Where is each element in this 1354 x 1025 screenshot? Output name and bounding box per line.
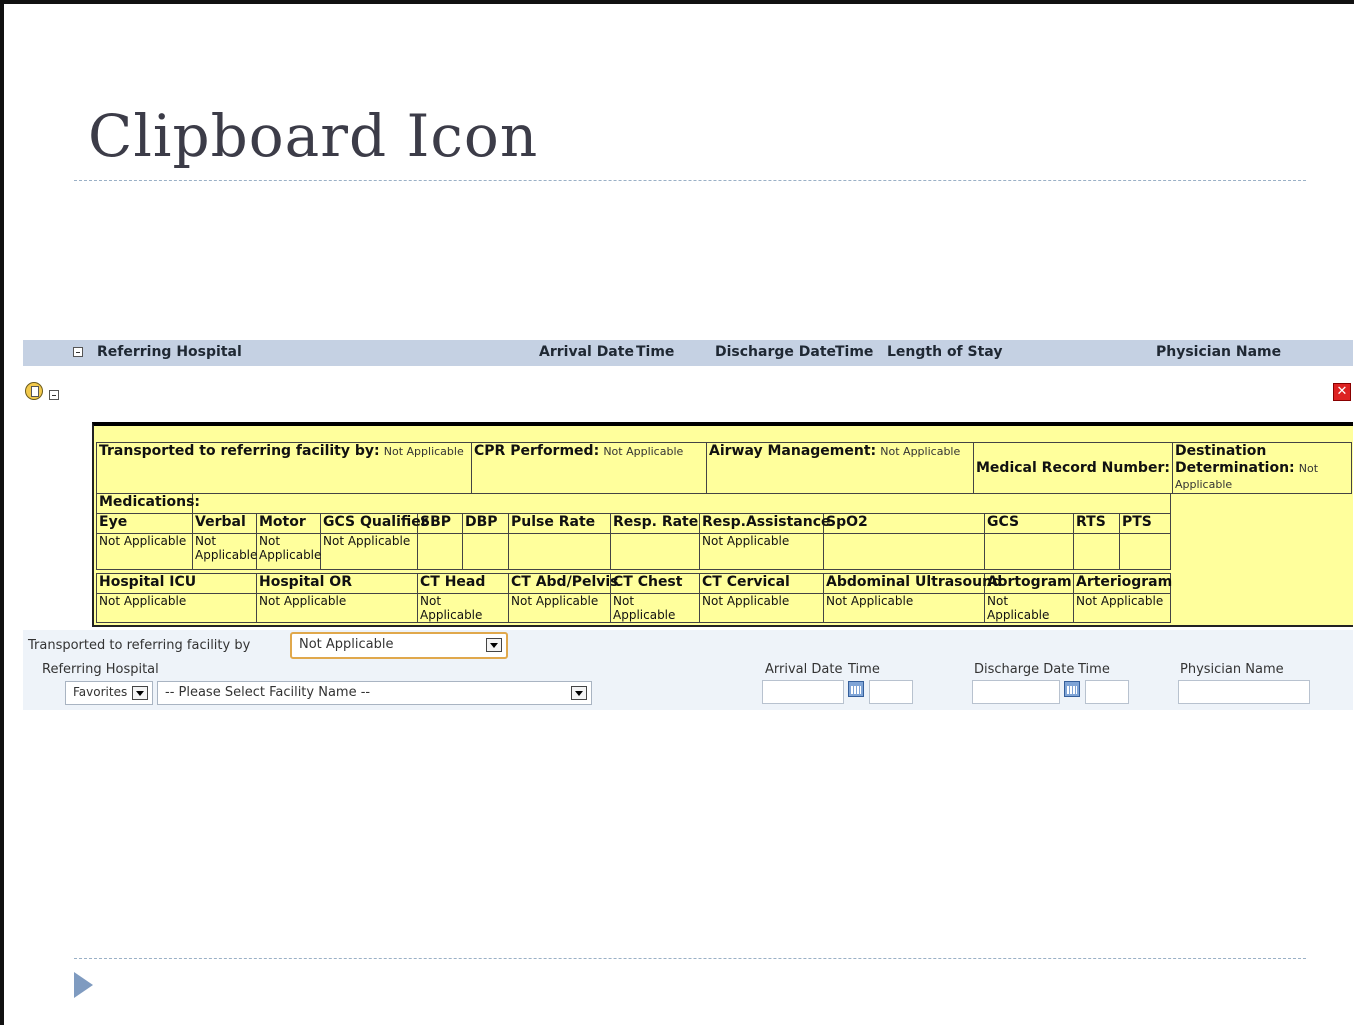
procedure-header-cell: CT Cervical: [699, 573, 824, 594]
discharge-date-input[interactable]: [972, 680, 1060, 704]
vitals-header-cell: Verbal: [192, 513, 257, 534]
header-length-of-stay: Length of Stay: [887, 344, 1003, 360]
referring-hospital-form: Transported to referring facility by Not…: [23, 630, 1353, 710]
header-physician-name: Physician Name: [1156, 344, 1282, 360]
vitals-value-cell: Not Applicable: [320, 533, 418, 570]
footer-divider: [74, 958, 1306, 959]
calendar-icon[interactable]: [848, 681, 864, 697]
vitals-header-cell: Eye: [96, 513, 193, 534]
procedure-value-cell: Not Applicable: [256, 593, 418, 623]
referring-hospital-label: Referring Hospital: [42, 662, 159, 677]
vitals-header-cell: Motor: [256, 513, 321, 534]
airway-label: Airway Management:: [709, 443, 877, 459]
transported-select[interactable]: Not Applicable: [290, 632, 508, 659]
vitals-header-cell: GCS: [984, 513, 1074, 534]
procedure-value-cell: Not Applicable: [823, 593, 985, 623]
airway-value: Not Applicable: [880, 445, 961, 458]
slide-title: Clipboard Icon: [88, 102, 539, 170]
transported-label: Transported to referring facility by:: [99, 443, 380, 459]
mrn-label: Medical Record Number:: [976, 460, 1170, 476]
procedure-header-cell: CT Head: [417, 573, 509, 594]
procedure-value-cell: Not Applicable: [508, 593, 611, 623]
detail-top-table: Transported to referring facility by: No…: [96, 442, 1353, 494]
vitals-header-cell: RTS: [1073, 513, 1120, 534]
collapse-icon[interactable]: [73, 347, 83, 357]
vitals-value-cell: [508, 533, 611, 570]
referring-hospital-header: Referring Hospital Arrival Date Time Dis…: [23, 340, 1353, 366]
procedure-header-cell: Arteriogram: [1073, 573, 1172, 594]
cpr-label: CPR Performed:: [474, 443, 600, 459]
transported-value: Not Applicable: [383, 445, 464, 458]
procedure-header-cell: Hospital OR: [256, 573, 418, 594]
facility-select[interactable]: -- Please Select Facility Name --: [157, 681, 592, 705]
slide: Clipboard Icon Referring Hospital Arriva…: [0, 0, 1354, 1025]
title-divider: [74, 180, 1306, 181]
header-referring-hospital: Referring Hospital: [97, 344, 242, 360]
vitals-header-cell: Resp.Assistance: [699, 513, 830, 534]
vitals-value-cell: [417, 533, 463, 570]
vitals-header-cell: Pulse Rate: [508, 513, 611, 534]
detail-panel: Transported to referring facility by: No…: [92, 422, 1353, 627]
vitals-header-cell: SpO2: [823, 513, 985, 534]
procedure-value-cell: Not Applicable: [699, 593, 824, 623]
vitals-value-cell: [1073, 533, 1120, 570]
vitals-header-cell: Resp. Rate: [610, 513, 700, 534]
vitals-value-cell: Not Applicable: [192, 533, 257, 570]
arrival-time-input[interactable]: [869, 680, 913, 704]
facility-select-value: -- Please Select Facility Name --: [165, 685, 371, 700]
procedure-header-cell: Hospital ICU: [96, 573, 257, 594]
procedure-value-cell: Not Applicable: [1073, 593, 1171, 623]
vitals-value-cell: [984, 533, 1074, 570]
collapse-row-icon[interactable]: [49, 390, 59, 400]
bullet-icon: [74, 972, 93, 998]
physician-name-input[interactable]: [1178, 680, 1310, 704]
header-discharge-date: Discharge Date: [715, 344, 837, 360]
detail-procedures-table: Hospital ICU Hospital OR CT Head CT Abd/Pel…: [96, 573, 1172, 623]
discharge-time-input[interactable]: [1085, 680, 1129, 704]
vitals-value-cell: [610, 533, 700, 570]
physician-name-label: Physician Name: [1180, 662, 1284, 677]
header-discharge-time: Time: [835, 344, 874, 360]
procedure-header-cell: Abdominal Ultrasound: [823, 573, 1002, 594]
arrival-time-label: Time: [848, 662, 880, 677]
chevron-down-icon[interactable]: [132, 686, 148, 700]
destination-label: Destination Determination:: [1174, 443, 1295, 476]
procedure-header-cell: CT Abd/Pelvis: [508, 573, 619, 594]
discharge-time-label: Time: [1078, 662, 1110, 677]
vitals-value-cell: [823, 533, 985, 570]
procedure-header-cell: CT Chest: [610, 573, 700, 594]
arrival-date-label: Arrival Date: [765, 662, 843, 677]
vitals-value-cell: [1118, 533, 1172, 570]
clipboard-icon[interactable]: [25, 382, 43, 400]
header-arrival-date: Arrival Date: [539, 344, 634, 360]
arrival-date-input[interactable]: [762, 680, 844, 704]
vitals-header-cell: SBP: [417, 513, 463, 534]
calendar-icon[interactable]: [1064, 681, 1080, 697]
chevron-down-icon[interactable]: [486, 638, 502, 652]
discharge-date-label: Discharge Date: [974, 662, 1075, 677]
vitals-value-cell: [462, 533, 509, 570]
transported-select-value: Not Applicable: [299, 637, 394, 652]
vitals-header-cell: PTS: [1118, 513, 1172, 534]
vitals-value-cell: Not Applicable: [96, 533, 193, 570]
vitals-header-cell: GCS Qualifier: [320, 513, 428, 534]
procedure-header-cell: Aortogram: [984, 573, 1074, 594]
vitals-header-cell: DBP: [462, 513, 509, 534]
cpr-value: Not Applicable: [603, 445, 684, 458]
chevron-down-icon[interactable]: [571, 686, 587, 700]
header-arrival-time: Time: [636, 344, 675, 360]
vitals-value-cell: Not Applicable: [699, 533, 824, 570]
transported-field-label: Transported to referring facility by: [28, 638, 251, 653]
procedure-value-cell: Not Applicable: [417, 593, 509, 623]
favorites-select[interactable]: Favorites: [65, 681, 153, 705]
close-icon[interactable]: ✕: [1333, 383, 1351, 401]
procedure-value-cell: Not Applicable: [984, 593, 1074, 623]
medications-label: Medications:: [96, 493, 200, 514]
vitals-value-cell: Not Applicable: [256, 533, 321, 570]
procedure-value-cell: Not Applicable: [610, 593, 700, 623]
detail-vitals-table: Medications: Eye Verbal Motor GCS Qualifier…: [96, 493, 1172, 570]
favorites-select-value: Favorites: [73, 685, 128, 699]
procedure-value-cell: Not Applicable: [96, 593, 257, 623]
